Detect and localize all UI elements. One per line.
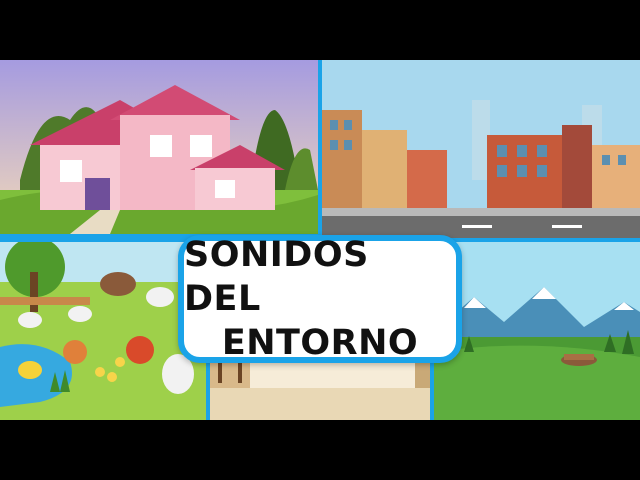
- farm-scene: [0, 242, 206, 420]
- title-line-2: ENTORNO: [221, 323, 419, 363]
- thumbnail-image: SONIDOS DEL ENTORNO: [0, 60, 640, 420]
- countryside-scene: [434, 242, 640, 420]
- city-scene: [322, 60, 640, 238]
- letterbox-bottom: [0, 420, 640, 480]
- title-line-1: SONIDOS DEL: [184, 235, 369, 319]
- letterbox-top: [0, 0, 640, 60]
- house-scene: [0, 60, 318, 234]
- title-card: SONIDOS DEL ENTORNO: [178, 235, 462, 363]
